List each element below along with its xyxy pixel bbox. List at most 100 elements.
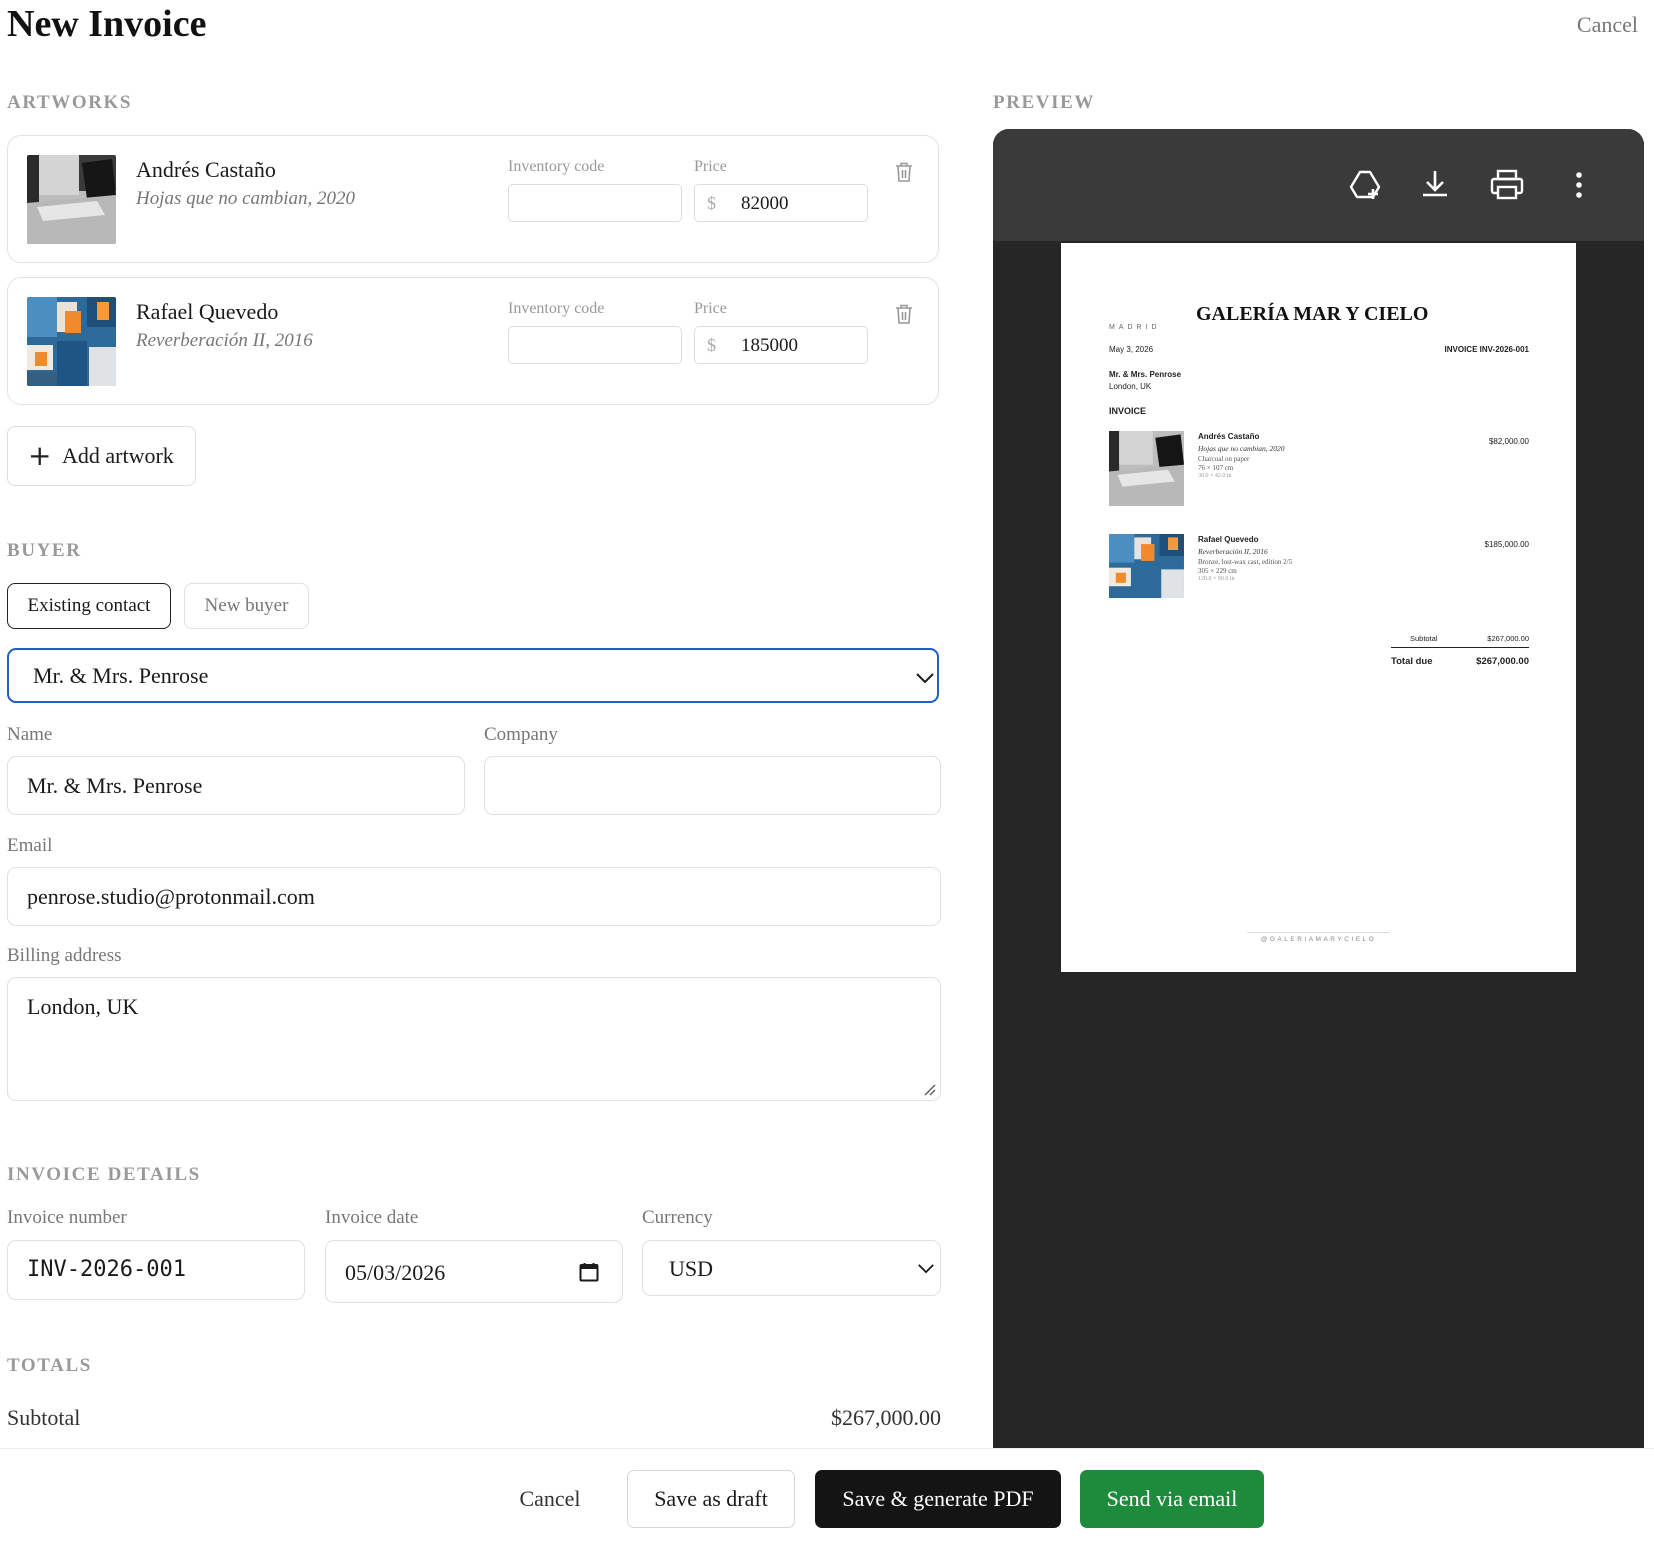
inventory-code-label: Inventory code [508,300,605,317]
header-cancel-link[interactable]: Cancel [1577,12,1638,38]
doc-item-medium: Charcoal on paper [1198,455,1250,463]
artwork-title: Hojas que no cambian, 2020 [136,188,356,209]
doc-gallery-name: GALERÍA MAR Y CIELO [1196,303,1429,325]
page-title: New Invoice [7,3,207,45]
doc-footer-handle: @GALERIAMARYCIELO [1260,936,1377,943]
invoice-date-value: 05/03/2026 [345,1260,446,1285]
save-generate-pdf-button[interactable]: Save & generate PDF [815,1470,1061,1528]
calendar-icon[interactable] [579,1262,599,1282]
doc-total-value: $267,000.00 [1476,656,1529,667]
more-vert-icon[interactable] [1561,167,1597,203]
doc-item-thumbnail [1109,534,1184,598]
inventory-code-label: Inventory code [508,158,605,175]
send-via-email-button[interactable]: Send via email [1080,1470,1264,1528]
artwork-thumbnail [27,297,116,386]
name-field[interactable]: Mr. & Mrs. Penrose [7,756,465,815]
invoice-details-section-label: INVOICE DETAILS [7,1164,201,1185]
chevron-down-icon [916,673,934,684]
doc-total-label: Total due [1391,656,1433,667]
doc-item-artist: Rafael Quevedo [1198,535,1259,544]
doc-item-dims-cm: 76 × 107 cm [1198,464,1234,472]
price-label: Price [694,158,727,175]
email-value: penrose.studio@protonmail.com [27,884,315,909]
preview-toolbar [993,129,1644,241]
doc-item-title: Reverberación II, 2016 [1198,547,1268,556]
pdf-page: MADRID GALERÍA MAR Y CIELO May 3, 2026 I… [1061,243,1576,972]
doc-subtotal-label: Subtotal [1410,634,1438,643]
invoice-date-label: Invoice date [325,1207,419,1228]
doc-footer-divider [1247,932,1390,933]
tab-existing-contact[interactable]: Existing contact [7,583,171,629]
doc-buyer-address: London, UK [1109,382,1152,391]
inventory-code-input[interactable] [508,184,682,222]
inventory-code-input[interactable] [508,326,682,364]
chevron-down-icon [918,1264,934,1274]
doc-item-price: $185,000.00 [1484,540,1530,549]
subtotal-label: Subtotal [7,1405,81,1430]
artwork-title: Reverberación II, 2016 [136,330,313,351]
doc-date: May 3, 2026 [1109,345,1154,354]
price-input[interactable]: $ 82000 [694,184,868,222]
doc-item-title: Hojas que no cambian, 2020 [1198,444,1285,453]
currency-label: Currency [642,1207,713,1228]
company-label: Company [484,724,558,745]
name-label: Name [7,724,53,745]
doc-item-artist: Andrés Castaño [1198,432,1260,441]
doc-item-dims-cm: 305 × 229 cm [1198,567,1237,575]
doc-item-price: $82,000.00 [1488,437,1529,446]
add-to-drive-icon[interactable] [1348,167,1384,203]
doc-city: MADRID [1109,324,1161,331]
currency-symbol: $ [707,335,716,355]
subtotal-value: $267,000.00 [831,1405,941,1430]
price-input[interactable]: $ 185000 [694,326,868,364]
pdf-preview-panel: MADRID GALERÍA MAR Y CIELO May 3, 2026 I… [993,129,1644,1448]
artwork-artist: Rafael Quevedo [136,299,279,324]
doc-item-dims-in: 120.0 × 90.0 in [1198,576,1235,582]
currency-value: USD [669,1256,714,1281]
email-label: Email [7,835,53,856]
contact-select[interactable]: Mr. & Mrs. Penrose [7,648,939,703]
add-artwork-label: Add artwork [62,443,174,468]
artwork-card: Andrés Castaño Hojas que no cambian, 202… [7,135,939,263]
artwork-thumbnail [27,155,116,244]
billing-address-value: London, UK [27,994,139,1019]
download-icon[interactable] [1417,167,1453,203]
invoice-number-value: INV-2026-001 [27,1257,186,1282]
contact-select-value: Mr. & Mrs. Penrose [33,663,209,688]
company-field[interactable] [484,756,941,815]
tab-new-buyer[interactable]: New buyer [184,583,309,629]
email-field[interactable]: penrose.studio@protonmail.com [7,867,941,926]
currency-select[interactable]: USD [642,1240,941,1296]
doc-item-medium: Bronze, lost-wax cast, edition 2/5 [1198,558,1293,566]
preview-section-label: PREVIEW [993,92,1095,113]
resize-handle-icon[interactable] [922,1082,936,1096]
trash-icon[interactable] [894,303,914,325]
plus-icon: + [28,439,52,472]
add-artwork-button[interactable]: + Add artwork [7,426,196,486]
cancel-button[interactable]: Cancel [495,1470,605,1528]
price-label: Price [694,300,727,317]
invoice-number-label: Invoice number [7,1207,127,1228]
price-value: 185000 [741,335,798,356]
price-value: 82000 [741,193,789,214]
name-value: Mr. & Mrs. Penrose [27,773,203,798]
artworks-section-label: ARTWORKS [7,92,133,113]
billing-address-label: Billing address [7,945,122,966]
doc-heading: INVOICE [1109,406,1147,416]
billing-address-textarea[interactable]: London, UK [7,977,941,1101]
doc-item-thumbnail [1109,431,1184,506]
save-as-draft-button[interactable]: Save as draft [627,1470,795,1528]
totals-section-label: TOTALS [7,1355,92,1376]
artwork-artist: Andrés Castaño [136,157,276,182]
invoice-number-field[interactable]: INV-2026-001 [7,1240,305,1300]
doc-total-divider [1391,647,1529,648]
invoice-date-field[interactable]: 05/03/2026 [325,1240,623,1303]
doc-invoice-number: INVOICE INV-2026-001 [1444,345,1529,354]
doc-buyer-name: Mr. & Mrs. Penrose [1109,370,1182,379]
print-icon[interactable] [1489,167,1525,203]
doc-item-dims-in: 30.0 × 42.0 in [1198,473,1232,479]
artwork-card: Rafael Quevedo Reverberación II, 2016 In… [7,277,939,405]
doc-subtotal-value: $267,000.00 [1487,634,1529,643]
footer-action-bar: Cancel Save as draft Save & generate PDF… [0,1448,1654,1549]
trash-icon[interactable] [894,161,914,183]
